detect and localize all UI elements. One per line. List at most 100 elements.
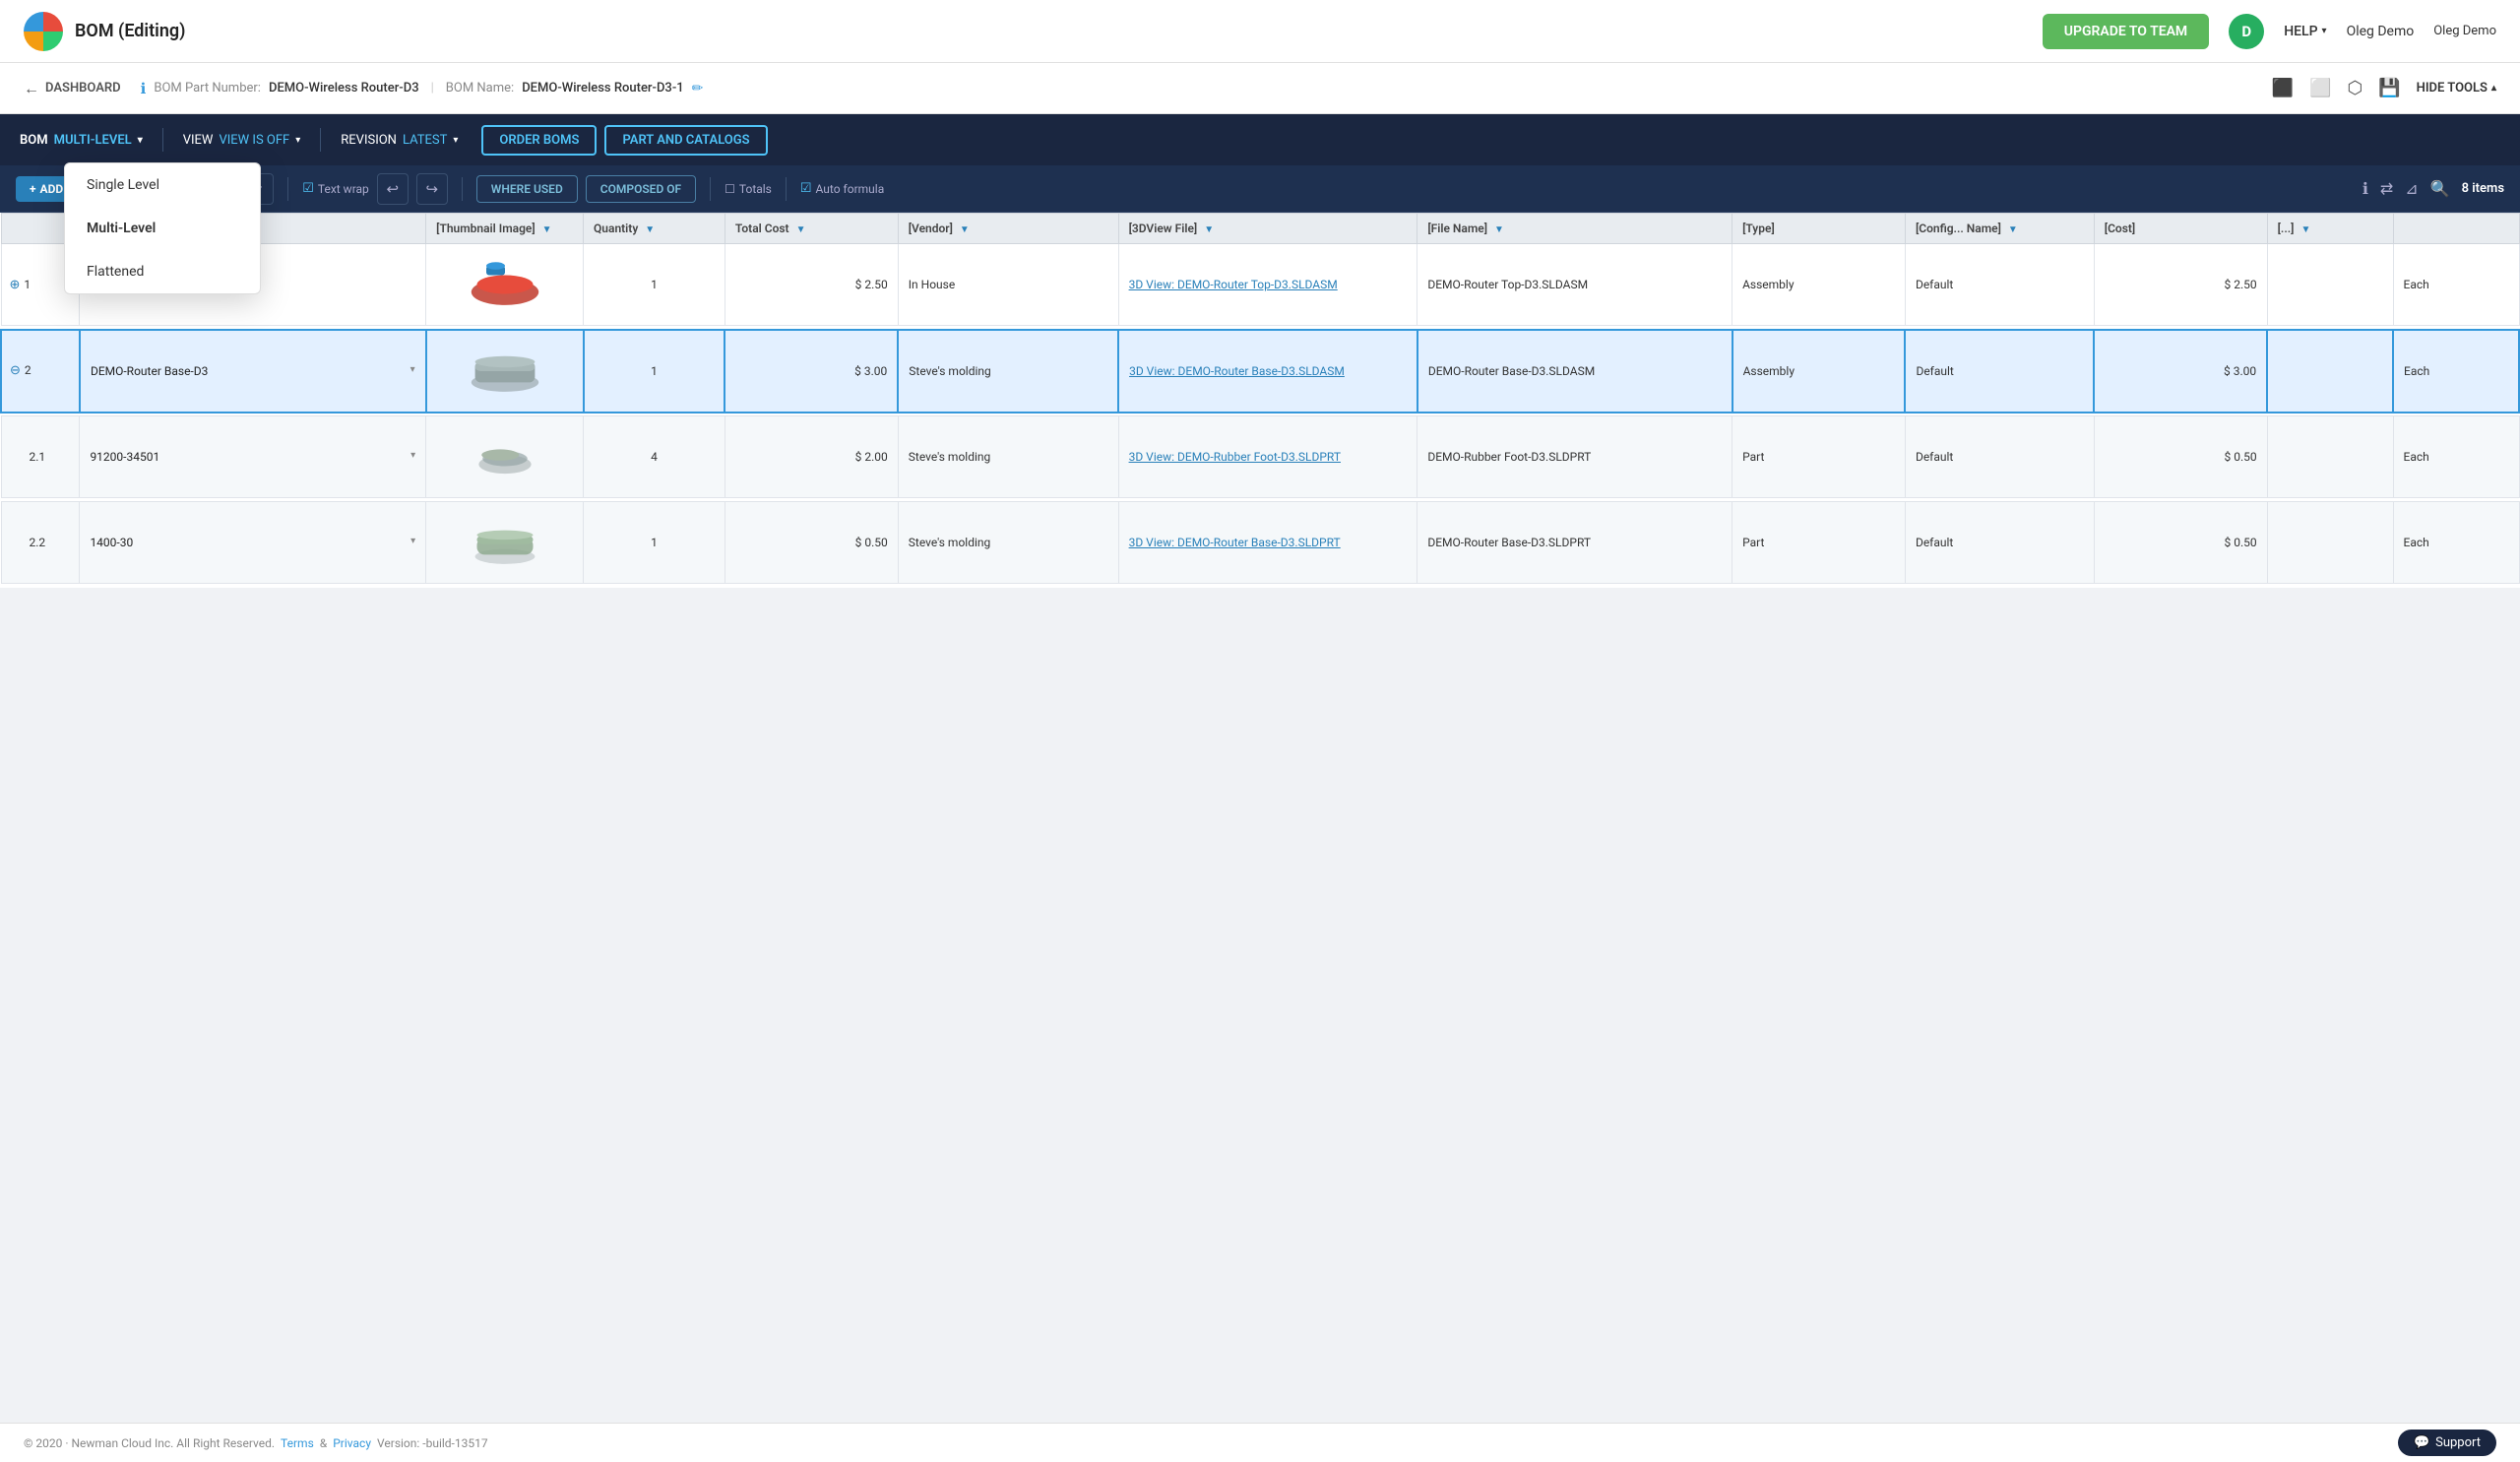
export-icon[interactable]: ⬜ — [2309, 78, 2331, 98]
total-cost-cell: $ 0.50 — [724, 502, 898, 584]
row-dropdown-icon[interactable]: ▾ — [410, 536, 415, 546]
share-icon[interactable]: ⬡ — [2347, 78, 2362, 98]
auto-formula-toggle[interactable]: ☑ Auto formula — [800, 181, 884, 196]
edit-bom-name-icon[interactable]: ✏ — [692, 81, 704, 96]
extra-cell — [2267, 502, 2393, 584]
3dview-link[interactable]: 3D View: DEMO-Rubber Foot-D3.SLDPRT — [1129, 450, 1341, 464]
quantity-cell: 1 — [584, 330, 725, 413]
composed-of-button[interactable]: COMPOSED OF — [586, 175, 696, 203]
part-catalogs-button[interactable]: PART AND CATALOGS — [604, 125, 767, 156]
help-button[interactable]: HELP ▾ — [2284, 24, 2326, 39]
part-name-cell[interactable]: 1400-30 ▾ — [80, 502, 426, 584]
3dview-filter-icon[interactable]: ▼ — [1204, 224, 1214, 235]
thumbnail-filter-icon[interactable]: ▼ — [542, 224, 552, 235]
table-body: ⊕1 DEMO-Router Top-D3 1 $ 2.50 In House … — [1, 244, 2519, 588]
part-name-cell[interactable]: DEMO-Router Base-D3 ▾ — [80, 330, 426, 413]
filename-cell: DEMO-Rubber Foot-D3.SLDPRT — [1418, 416, 1732, 498]
bom-table: Part Number/Name [Thumbnail Image] ▼ Qua… — [0, 213, 2520, 588]
revision-dropdown[interactable]: Revision LATEST ▾ — [341, 133, 458, 148]
extra-filter-icon[interactable]: ▼ — [2300, 224, 2310, 235]
single-level-option[interactable]: Single Level — [65, 163, 260, 207]
extra-cell — [2267, 330, 2393, 413]
thumbnail-cell — [426, 416, 584, 498]
bom-level-dropdown: Single Level Multi-Level Flattened — [64, 162, 261, 294]
vendor-cell: Steve's molding — [898, 416, 1118, 498]
row-number: ⊖2 — [1, 330, 80, 413]
cost-cell: $ 2.50 — [2094, 244, 2267, 326]
redo-button[interactable]: ↪ — [416, 173, 448, 205]
save-icon[interactable]: 💾 — [2378, 78, 2400, 98]
terms-link[interactable]: Terms — [281, 1436, 314, 1450]
hide-tools-button[interactable]: HIDE TOOLS ▴ — [2417, 81, 2496, 95]
where-used-button[interactable]: WHERE USED — [476, 175, 578, 203]
type-cell: Assembly — [1732, 330, 1906, 413]
secondary-navigation: ← DASHBOARD ℹ BOM Part Number: DEMO-Wire… — [0, 63, 2520, 114]
revision-chevron-icon: ▾ — [453, 135, 458, 146]
part-name-cell[interactable]: 91200-34501 ▾ — [80, 416, 426, 498]
filter-action-icon[interactable]: ⊿ — [2405, 179, 2418, 198]
col-total-cost: Total Cost ▼ — [724, 214, 898, 244]
dropdown-arrow-icon[interactable]: ▾ — [410, 364, 415, 375]
type-cell: Assembly — [1732, 244, 1906, 326]
totals-checkbox-icon: ☐ — [724, 182, 735, 196]
col-extra: [...] ▼ — [2267, 214, 2393, 244]
col-filename: [File Name] ▼ — [1418, 214, 1732, 244]
total-cost-filter-icon[interactable]: ▼ — [796, 224, 806, 235]
thumbnail-cell — [426, 244, 584, 326]
vendor-filter-icon[interactable]: ▼ — [960, 224, 970, 235]
support-button[interactable]: 💬 Support — [2398, 1430, 2496, 1456]
thumbnail-image — [466, 508, 544, 577]
action-toolbar: + ADD ✎ ⊕ ⤷ ☰ ▾ ☑ Text wrap ↩ ↪ WHERE US… — [0, 165, 2520, 213]
flattened-option[interactable]: Flattened — [65, 250, 260, 293]
unit-cell: Each — [2393, 502, 2519, 584]
view-dropdown[interactable]: View VIEW IS OFF ▾ — [183, 133, 301, 148]
undo-button[interactable]: ↩ — [377, 173, 409, 205]
table-row: 2.2 1400-30 ▾ 1 $ 0.50 Steve's molding 3… — [1, 502, 2519, 584]
3dview-link[interactable]: 3D View: DEMO-Router Top-D3.SLDASM — [1129, 278, 1338, 291]
col-3dview: [3DView File] ▼ — [1118, 214, 1418, 244]
order-boms-button[interactable]: ORDER BOMS — [481, 125, 597, 156]
plus-icon: + — [30, 182, 36, 196]
row-dropdown-icon[interactable]: ▾ — [410, 450, 415, 461]
filename-filter-icon[interactable]: ▼ — [1494, 224, 1504, 235]
col-unit — [2393, 214, 2519, 244]
vendor-cell: In House — [898, 244, 1118, 326]
chevron-down-icon: ▾ — [2322, 26, 2327, 36]
thumbnail-image — [466, 422, 544, 491]
config-cell: Default — [1905, 502, 2094, 584]
info-action-icon[interactable]: ℹ — [2362, 179, 2368, 198]
config-cell: Default — [1905, 330, 2094, 413]
nav-right: UPGRADE TO TEAM D HELP ▾ Oleg Demo Oleg … — [2043, 14, 2496, 49]
expand-button[interactable]: ⊕ — [10, 278, 21, 292]
quantity-filter-icon[interactable]: ▼ — [645, 224, 655, 235]
auto-formula-checkbox-icon: ☑ — [800, 181, 812, 196]
multi-level-option[interactable]: Multi-Level — [65, 207, 260, 250]
expand-button[interactable]: ⊖ — [10, 363, 21, 378]
3dview-link[interactable]: 3D View: DEMO-Router Base-D3.SLDASM — [1129, 364, 1345, 378]
bom-metadata: ℹ BOM Part Number: DEMO-Wireless Router-… — [141, 80, 704, 97]
app-logo — [24, 12, 63, 51]
search-action-icon[interactable]: 🔍 — [2430, 179, 2450, 198]
table-row: ⊕1 DEMO-Router Top-D3 1 $ 2.50 In House … — [1, 244, 2519, 326]
3dview-link[interactable]: 3D View: DEMO-Router Base-D3.SLDPRT — [1129, 536, 1341, 549]
col-thumbnail: [Thumbnail Image] ▼ — [426, 214, 584, 244]
copyright: © 2020 · Newman Cloud Inc. All Right Res… — [24, 1436, 275, 1450]
view-chevron-icon: ▾ — [295, 135, 300, 146]
thumbnail-cell — [426, 330, 584, 413]
dashboard-back-button[interactable]: ← DASHBOARD — [24, 79, 121, 98]
table-row: 2.1 91200-34501 ▾ 4 $ 2.00 Steve's moldi… — [1, 416, 2519, 498]
totals-toggle[interactable]: ☐ Totals — [724, 182, 772, 196]
unit-cell: Each — [2393, 416, 2519, 498]
upgrade-button[interactable]: UPGRADE TO TEAM — [2043, 14, 2209, 49]
quantity-cell: 1 — [584, 502, 725, 584]
config-filter-icon[interactable]: ▼ — [2008, 224, 2018, 235]
text-wrap-button[interactable]: ☑ Text wrap — [302, 181, 369, 196]
bom-dropdown[interactable]: BOM MULTI-LEVEL ▾ — [20, 133, 143, 148]
link-action-icon[interactable]: ⇄ — [2380, 179, 2393, 198]
import-icon[interactable]: ⬛ — [2272, 78, 2294, 98]
config-cell: Default — [1905, 244, 2094, 326]
unit-cell: Each — [2393, 244, 2519, 326]
footer: © 2020 · Newman Cloud Inc. All Right Res… — [0, 1423, 2520, 1462]
info-icon: ℹ — [141, 80, 147, 97]
privacy-link[interactable]: Privacy — [333, 1436, 371, 1450]
